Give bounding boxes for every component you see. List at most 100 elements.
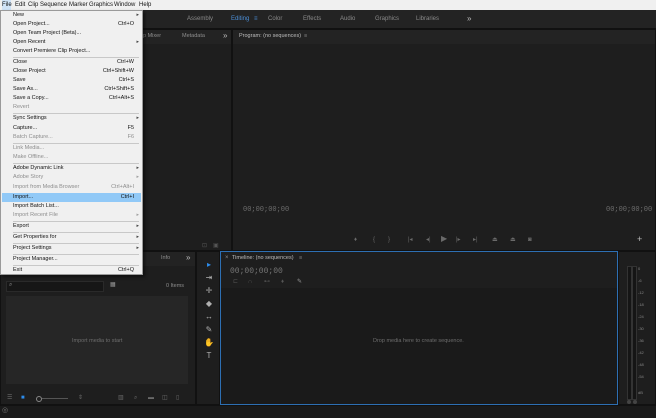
menu-item-save[interactable]: Save Ctrl+S bbox=[2, 76, 141, 85]
menu-item-capture[interactable]: Capture... F5 bbox=[2, 124, 141, 133]
add-marker-icon[interactable]: ♦ bbox=[354, 236, 357, 244]
lift-icon[interactable]: ⏏ bbox=[492, 236, 498, 244]
menu-item-sync-settings[interactable]: Sync Settings ▸ bbox=[2, 114, 141, 123]
find-icon[interactable]: ⌕ bbox=[134, 394, 137, 402]
program-monitor-panel bbox=[232, 29, 656, 251]
new-bin-icon[interactable]: ▬ bbox=[148, 394, 154, 402]
panel-settings-icon[interactable]: ⊡ bbox=[202, 242, 207, 249]
menu-clip[interactable]: Clip bbox=[28, 0, 38, 10]
tab-info[interactable]: Info bbox=[161, 255, 170, 261]
meter-tick: 0 bbox=[638, 266, 641, 271]
menu-item-open-recent[interactable]: Open Recent ▸ bbox=[2, 38, 141, 47]
menu-item-convert-premiere-clip[interactable]: Convert Premiere Clip Project... bbox=[2, 47, 141, 56]
menu-item-import-batch-list[interactable]: Import Batch List... bbox=[2, 202, 141, 211]
status-icon[interactable]: ◎ bbox=[2, 406, 8, 414]
workspace-tab-color[interactable]: Color bbox=[268, 16, 282, 22]
button-editor-plus-icon[interactable]: + bbox=[637, 235, 642, 244]
menu-item-close-project[interactable]: Close Project Ctrl+Shift+W bbox=[2, 67, 141, 76]
icon-view-icon[interactable]: ■ bbox=[21, 394, 25, 402]
menu-item-save-a-copy[interactable]: Save a Copy... Ctrl+Alt+S bbox=[2, 94, 141, 103]
menu-item-exit[interactable]: Exit Ctrl+Q bbox=[2, 266, 141, 275]
meter-tick: -30 bbox=[638, 326, 644, 331]
list-view-icon[interactable]: ☰ bbox=[7, 394, 12, 402]
go-to-in-icon[interactable]: |◂ bbox=[408, 236, 413, 244]
step-back-icon[interactable]: ◂| bbox=[426, 236, 431, 244]
export-frame-icon[interactable]: ▣ bbox=[213, 242, 219, 249]
wrench-icon[interactable]: ✎ bbox=[297, 278, 302, 286]
menu-item-save-as[interactable]: Save As... Ctrl+Shift+S bbox=[2, 85, 141, 94]
timeline-timecode[interactable]: 00;00;00;00 bbox=[230, 267, 283, 276]
program-monitor-menu-icon[interactable]: ≡ bbox=[304, 33, 307, 39]
zoom-slider-handle[interactable] bbox=[36, 396, 42, 402]
timeline-menu-icon[interactable]: ≡ bbox=[299, 255, 302, 261]
camera-icon[interactable]: ◙ bbox=[528, 236, 532, 244]
linked-selection-icon[interactable]: ⊷ bbox=[264, 278, 270, 286]
workspace-tab-graphics[interactable]: Graphics bbox=[375, 16, 399, 22]
tab-audio-clip-mixer[interactable]: p Mixer bbox=[143, 33, 161, 39]
menu-item-import[interactable]: Import... Ctrl+I bbox=[2, 193, 141, 202]
menu-file[interactable]: File bbox=[2, 0, 12, 10]
menu-help[interactable]: Help bbox=[139, 0, 151, 10]
program-timecode-current[interactable]: 00;00;00;00 bbox=[243, 206, 289, 214]
audio-meter-panel bbox=[618, 251, 656, 405]
menu-item-get-properties-for[interactable]: Get Properties for ▸ bbox=[2, 233, 141, 242]
menu-item-adobe-story: Adobe Story ▸ bbox=[13, 174, 139, 180]
project-overflow-icon[interactable]: » bbox=[186, 253, 190, 262]
type-tool-icon[interactable]: T bbox=[204, 351, 214, 360]
workspace-overflow-icon[interactable]: » bbox=[467, 14, 471, 23]
workspace-menu-icon[interactable]: ≡ bbox=[254, 16, 258, 22]
track-select-tool-icon[interactable]: ⇥ bbox=[204, 273, 214, 282]
project-search-input[interactable]: ⌕ bbox=[6, 281, 104, 292]
solo-left-icon[interactable] bbox=[627, 400, 631, 404]
workspace-tab-assembly[interactable]: Assembly bbox=[187, 16, 213, 22]
timeline-marker-icon[interactable]: ♦ bbox=[281, 278, 284, 286]
go-to-out-icon[interactable]: ▸| bbox=[473, 236, 478, 244]
menu-marker[interactable]: Marker bbox=[69, 0, 88, 10]
snap-icon[interactable]: ∩ bbox=[248, 278, 252, 286]
new-item-icon[interactable]: ◫ bbox=[162, 394, 168, 402]
timeline-title: Timeline: (no sequences) bbox=[232, 255, 294, 261]
menu-sequence[interactable]: Sequence bbox=[40, 0, 67, 10]
workspace-tab-effects[interactable]: Effects bbox=[303, 16, 321, 22]
menu-edit[interactable]: Edit bbox=[15, 0, 25, 10]
automate-to-sequence-icon[interactable]: ▥ bbox=[118, 394, 124, 402]
menu-item-open-project[interactable]: Open Project... Ctrl+O bbox=[2, 20, 141, 29]
mark-in-icon[interactable]: { bbox=[373, 236, 375, 244]
menu-item-project-settings[interactable]: Project Settings ▸ bbox=[2, 244, 141, 253]
zoom-slider-track[interactable] bbox=[42, 398, 68, 399]
nest-icon[interactable]: ⊏ bbox=[233, 278, 238, 286]
menu-item-make-offline: Make Offline... bbox=[13, 154, 49, 160]
solo-right-icon[interactable] bbox=[633, 400, 637, 404]
menu-item-open-team-project[interactable]: Open Team Project (Beta)... bbox=[2, 29, 141, 38]
workspace-tab-editing[interactable]: Editing bbox=[231, 16, 249, 22]
source-overflow-icon[interactable]: » bbox=[223, 31, 227, 40]
play-icon[interactable]: ▶ bbox=[441, 235, 447, 243]
meter-tick: -48 bbox=[638, 362, 644, 367]
razor-tool-icon[interactable]: ◆ bbox=[204, 299, 214, 308]
timeline-drop-area[interactable] bbox=[221, 288, 617, 404]
step-forward-icon[interactable]: |▸ bbox=[456, 236, 461, 244]
slip-tool-icon[interactable]: ↔ bbox=[204, 312, 214, 321]
new-search-bin-icon[interactable]: ▦ bbox=[110, 281, 116, 288]
menu-item-export[interactable]: Export ▸ bbox=[2, 222, 141, 231]
hand-tool-icon[interactable]: ✋ bbox=[204, 338, 214, 347]
pen-tool-icon[interactable]: ✎ bbox=[204, 325, 214, 334]
menu-item-revert: Revert bbox=[13, 104, 30, 110]
file-menu-dropdown: New ▸ Open Project... Ctrl+O Open Team Pro… bbox=[0, 10, 143, 275]
menu-item-adobe-dynamic-link[interactable]: Adobe Dynamic Link ▸ bbox=[2, 164, 141, 173]
menu-item-new[interactable]: New ▸ bbox=[2, 11, 141, 20]
extract-icon[interactable]: ⏏ bbox=[510, 236, 516, 244]
menu-window[interactable]: Window bbox=[114, 0, 135, 10]
menu-item-project-manager[interactable]: Project Manager... bbox=[2, 255, 141, 264]
tab-metadata[interactable]: Metadata bbox=[182, 33, 205, 39]
mark-out-icon[interactable]: } bbox=[388, 236, 390, 244]
close-icon[interactable]: × bbox=[225, 255, 229, 261]
menu-item-close[interactable]: Close Ctrl+W bbox=[2, 58, 141, 67]
selection-tool-icon[interactable]: ▸ bbox=[204, 260, 214, 269]
ripple-edit-tool-icon[interactable]: ✛ bbox=[204, 286, 214, 295]
workspace-tab-libraries[interactable]: Libraries bbox=[416, 16, 439, 22]
trash-icon[interactable]: ▯ bbox=[176, 394, 179, 402]
sort-icon[interactable]: ⇕ bbox=[78, 394, 83, 402]
workspace-tab-audio[interactable]: Audio bbox=[340, 16, 355, 22]
menu-graphics[interactable]: Graphics bbox=[89, 0, 113, 10]
